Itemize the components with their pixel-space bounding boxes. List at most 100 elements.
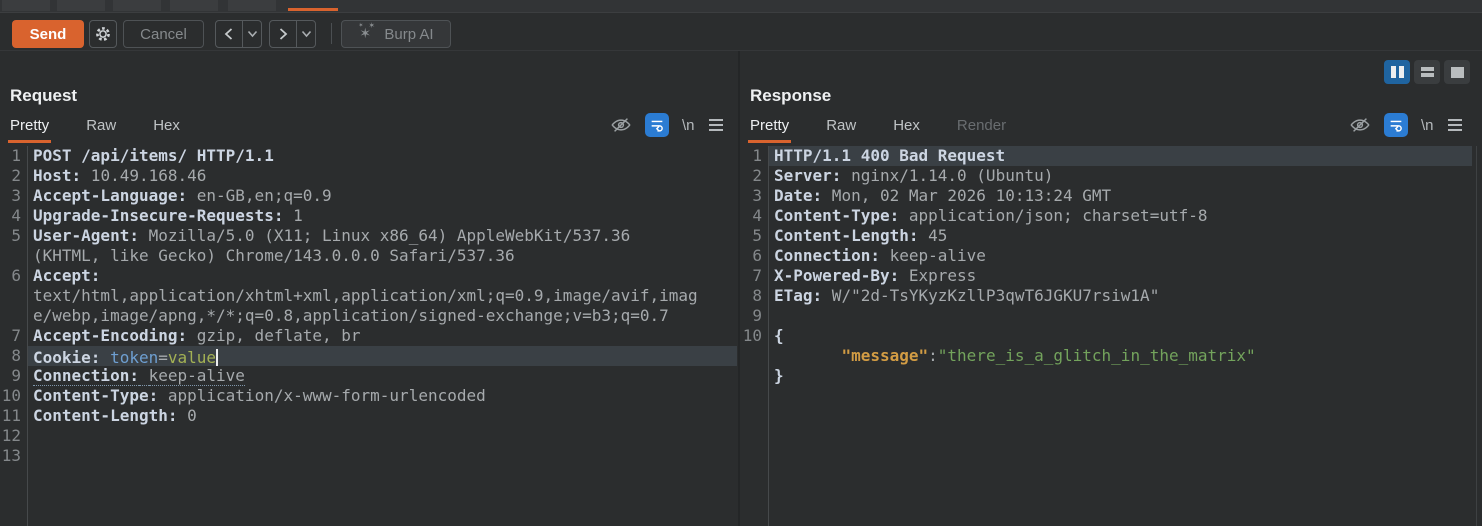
response-editor-icons: \n [1349, 113, 1463, 137]
code-line[interactable]: 3 Date: Mon, 02 Mar 2026 10:13:24 GMT [741, 186, 1472, 206]
tab-raw[interactable]: Raw [824, 117, 858, 143]
panel-divider[interactable] [738, 51, 740, 526]
burp-ai-button[interactable]: ✶ ✶ ✶ Burp AI [341, 20, 451, 48]
code-line[interactable]: "message":"there_is_a_glitch_in_the_matr… [741, 346, 1472, 366]
tab-pretty[interactable]: Pretty [748, 117, 792, 143]
line-content: Date: Mon, 02 Mar 2026 10:13:24 GMT [774, 186, 1112, 205]
line-number [0, 306, 27, 326]
code-line[interactable]: e/webp,image/apng,*/*;q=0.8,application/… [0, 306, 737, 326]
line-content: Connection: keep-alive [774, 246, 986, 265]
tab-raw[interactable]: Raw [84, 117, 118, 143]
repeater-tab-partial[interactable] [170, 0, 218, 11]
code-line[interactable]: 5 User-Agent: Mozilla/5.0 (X11; Linux x86… [0, 226, 737, 246]
line-content: Content-Length: 45 [774, 226, 948, 245]
code-line[interactable]: 4 Content-Type: application/json; charset… [741, 206, 1472, 226]
back-dropdown-button[interactable] [243, 21, 261, 47]
line-number [741, 346, 768, 366]
tab-render[interactable]: Render [955, 117, 1008, 143]
layout-rows-button[interactable] [1414, 60, 1440, 84]
line-number [0, 286, 27, 306]
text-caret [216, 349, 219, 366]
selected-tab-indicator [288, 8, 338, 11]
line-content: Accept-Encoding: gzip, deflate, br [33, 326, 361, 345]
repeater-tab-partial[interactable] [2, 0, 50, 11]
code-line[interactable]: 8 ETag: W/"2d-TsYKyzKzllP3qwT6JGKU7rsiw1A… [741, 286, 1472, 306]
line-number: 7 [11, 326, 21, 345]
response-editor[interactable]: 1 HTTP/1.1 400 Bad Request 2 Server: nginx/… [741, 146, 1472, 386]
send-settings-button[interactable] [89, 20, 117, 48]
line-content: Upgrade-Insecure-Requests: 1 [33, 206, 303, 225]
request-editor[interactable]: 1 POST /api/items/ HTTP/1.1 2 Host: 10.49.1… [0, 146, 737, 466]
line-number: 5 [11, 226, 21, 245]
code-line[interactable]: 13 [0, 446, 737, 466]
repeater-tab-partial[interactable] [113, 0, 161, 11]
editor-menu-icon[interactable] [1447, 118, 1463, 132]
code-line[interactable]: 1 POST /api/items/ HTTP/1.1 [0, 146, 737, 166]
line-content [28, 446, 737, 466]
line-number: 8 [752, 286, 762, 305]
line-number: 2 [11, 166, 21, 185]
code-line[interactable]: 5 Content-Length: 45 [741, 226, 1472, 246]
hide-nonprintable-icon[interactable] [610, 114, 632, 136]
line-content: Cookie: token=value [28, 346, 737, 367]
line-content: Accept: [33, 266, 101, 285]
line-number: 3 [752, 186, 762, 205]
back-button[interactable] [216, 21, 244, 47]
line-content: Content-Type: application/x-www-form-url… [33, 386, 486, 405]
line-content: text/html,application/xhtml+xml,applicat… [33, 286, 698, 305]
word-wrap-toggle[interactable] [645, 113, 669, 137]
line-number [741, 366, 768, 386]
code-line[interactable]: 11 Content-Length: 0 [0, 406, 737, 426]
line-number: 3 [11, 186, 21, 205]
send-button[interactable]: Send [12, 20, 84, 48]
line-number: 10 [1, 386, 21, 405]
code-line[interactable]: 10 Content-Type: application/x-www-form-u… [0, 386, 737, 406]
gear-icon [94, 25, 112, 43]
line-content: Accept-Language: en-GB,en;q=0.9 [33, 186, 332, 205]
line-content [28, 426, 737, 446]
code-line[interactable]: 8 Cookie: token=value [0, 346, 737, 367]
code-line[interactable]: 9 [741, 306, 1472, 326]
line-number: 4 [11, 206, 21, 225]
line-number: 6 [752, 246, 762, 265]
code-line[interactable]: 7 X-Powered-By: Express [741, 266, 1472, 286]
word-wrap-toggle[interactable] [1384, 113, 1408, 137]
code-line[interactable]: 4 Upgrade-Insecure-Requests: 1 [0, 206, 737, 226]
repeater-tab-partial[interactable] [57, 0, 105, 11]
code-line[interactable]: 2 Server: nginx/1.14.0 (Ubuntu) [741, 166, 1472, 186]
code-line[interactable]: 12 [0, 426, 737, 446]
tab-pretty[interactable]: Pretty [8, 117, 52, 143]
code-line[interactable]: 9 Connection: keep-alive [0, 366, 737, 386]
code-line[interactable]: 1 HTTP/1.1 400 Bad Request [741, 146, 1472, 166]
show-newlines-toggle[interactable]: \n [1421, 117, 1434, 134]
history-forward-group [269, 20, 316, 48]
code-line[interactable]: 6 Accept: [0, 266, 737, 286]
line-content: X-Powered-By: Express [774, 266, 977, 285]
hide-nonprintable-icon[interactable] [1349, 114, 1371, 136]
editor-menu-icon[interactable] [708, 118, 724, 132]
code-line[interactable]: text/html,application/xhtml+xml,applicat… [0, 286, 737, 306]
code-line[interactable]: } [741, 366, 1472, 386]
layout-selector [1384, 60, 1470, 84]
line-content: e/webp,image/apng,*/*;q=0.8,application/… [33, 306, 669, 325]
line-content: Connection: keep-alive [33, 366, 245, 386]
forward-dropdown-button[interactable] [297, 21, 315, 47]
code-line[interactable]: 6 Connection: keep-alive [741, 246, 1472, 266]
layout-tabs-button[interactable] [1444, 60, 1470, 84]
tab-hex[interactable]: Hex [151, 117, 182, 143]
code-line[interactable]: 2 Host: 10.49.168.46 [0, 166, 737, 186]
code-line[interactable]: 3 Accept-Language: en-GB,en;q=0.9 [0, 186, 737, 206]
code-line[interactable]: 10 { [741, 326, 1472, 346]
response-tabset: Pretty Raw Hex Render [748, 117, 1041, 143]
response-scroll-rail[interactable] [1476, 146, 1477, 526]
line-number: 1 [11, 146, 21, 165]
code-line[interactable]: 7 Accept-Encoding: gzip, deflate, br [0, 326, 737, 346]
show-newlines-toggle[interactable]: \n [682, 117, 695, 134]
layout-columns-button[interactable] [1384, 60, 1410, 84]
cancel-button[interactable]: Cancel [123, 20, 204, 48]
line-number: 6 [11, 266, 21, 285]
repeater-tab-partial[interactable] [228, 0, 276, 11]
tab-hex[interactable]: Hex [891, 117, 922, 143]
forward-button[interactable] [270, 21, 298, 47]
code-line[interactable]: (KHTML, like Gecko) Chrome/143.0.0.0 Saf… [0, 246, 737, 266]
